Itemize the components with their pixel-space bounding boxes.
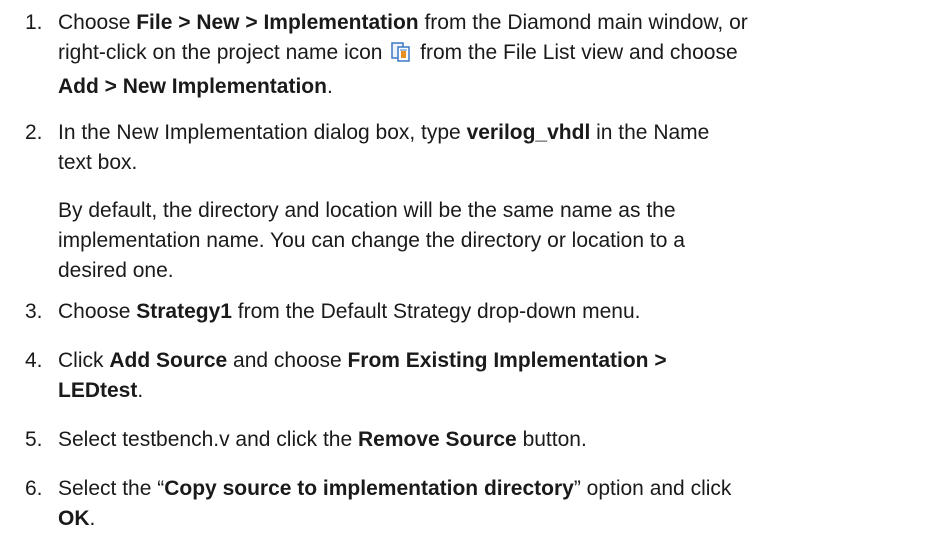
text: Click (58, 349, 110, 372)
step-text: Select testbench.v and click the Remove … (58, 425, 918, 455)
step-line: Click Add Source and choose From Existin… (58, 346, 918, 376)
text: Select testbench.v and click the (58, 428, 358, 451)
step-line: In the New Implementation dialog box, ty… (58, 118, 918, 148)
step-number: 6. (25, 477, 43, 500)
text: . (326, 75, 333, 98)
step-2-note: By default, the directory and location w… (58, 196, 918, 286)
step-number: 3. (25, 300, 43, 323)
step-line: Choose Strategy1 from the Default Strate… (58, 297, 918, 327)
step-number: 1. (25, 11, 43, 34)
text: Choose (58, 11, 137, 34)
menu-path: Add > New Implementation (58, 75, 327, 98)
text: and choose (227, 349, 348, 372)
project-file-icon (390, 41, 412, 72)
name-value: verilog_vhdl (466, 121, 591, 144)
button-name: OK (58, 507, 90, 530)
strategy-value: Strategy1 (136, 300, 232, 323)
button-name: Remove Source (358, 428, 517, 451)
text: from the File List view and choose (414, 41, 738, 64)
step-line: Select testbench.v and click the Remove … (58, 425, 918, 455)
text: right-click on the project name icon (58, 41, 389, 64)
menu-path: LEDtest (58, 379, 138, 402)
step-text: Select the “Copy source to implementatio… (58, 474, 918, 534)
menu-path: From Existing Implementation > (347, 349, 667, 372)
text: Choose (58, 300, 137, 323)
step-line: LEDtest. (58, 376, 918, 406)
text: . (89, 507, 96, 530)
menu-path: File > New > Implementation (136, 11, 419, 34)
text: text box. (58, 151, 138, 174)
step-line: right-click on the project name icon fro… (58, 38, 918, 72)
text: . (137, 379, 144, 402)
text: from the Default Strategy drop-down menu… (231, 300, 641, 323)
text: from the Diamond main window, or (418, 11, 748, 34)
text: In the New Implementation dialog box, ty… (58, 121, 467, 144)
step-text: In the New Implementation dialog box, ty… (58, 118, 918, 178)
text: Select the “ (58, 477, 165, 500)
option-name: Copy source to implementation directory (164, 477, 574, 500)
step-line: Select the “Copy source to implementatio… (58, 474, 918, 504)
text: button. (516, 428, 587, 451)
button-name: Add Source (109, 349, 228, 372)
step-number: 2. (25, 121, 43, 144)
step-text: Choose File > New > Implementation from … (58, 8, 918, 102)
step-text: Choose Strategy1 from the Default Strate… (58, 297, 918, 327)
step-line: Choose File > New > Implementation from … (58, 8, 918, 38)
text: ” option and click (573, 477, 732, 500)
note-line: implementation name. You can change the … (58, 229, 685, 252)
note-line: By default, the directory and location w… (58, 199, 676, 222)
step-number: 4. (25, 349, 43, 372)
step-number: 5. (25, 428, 43, 451)
step-text: Click Add Source and choose From Existin… (58, 346, 918, 406)
step-line: text box. (58, 148, 918, 178)
text: in the Name (590, 121, 710, 144)
step-line: Add > New Implementation. (58, 72, 918, 102)
step-line: OK. (58, 504, 918, 534)
note-line: desired one. (58, 259, 174, 282)
